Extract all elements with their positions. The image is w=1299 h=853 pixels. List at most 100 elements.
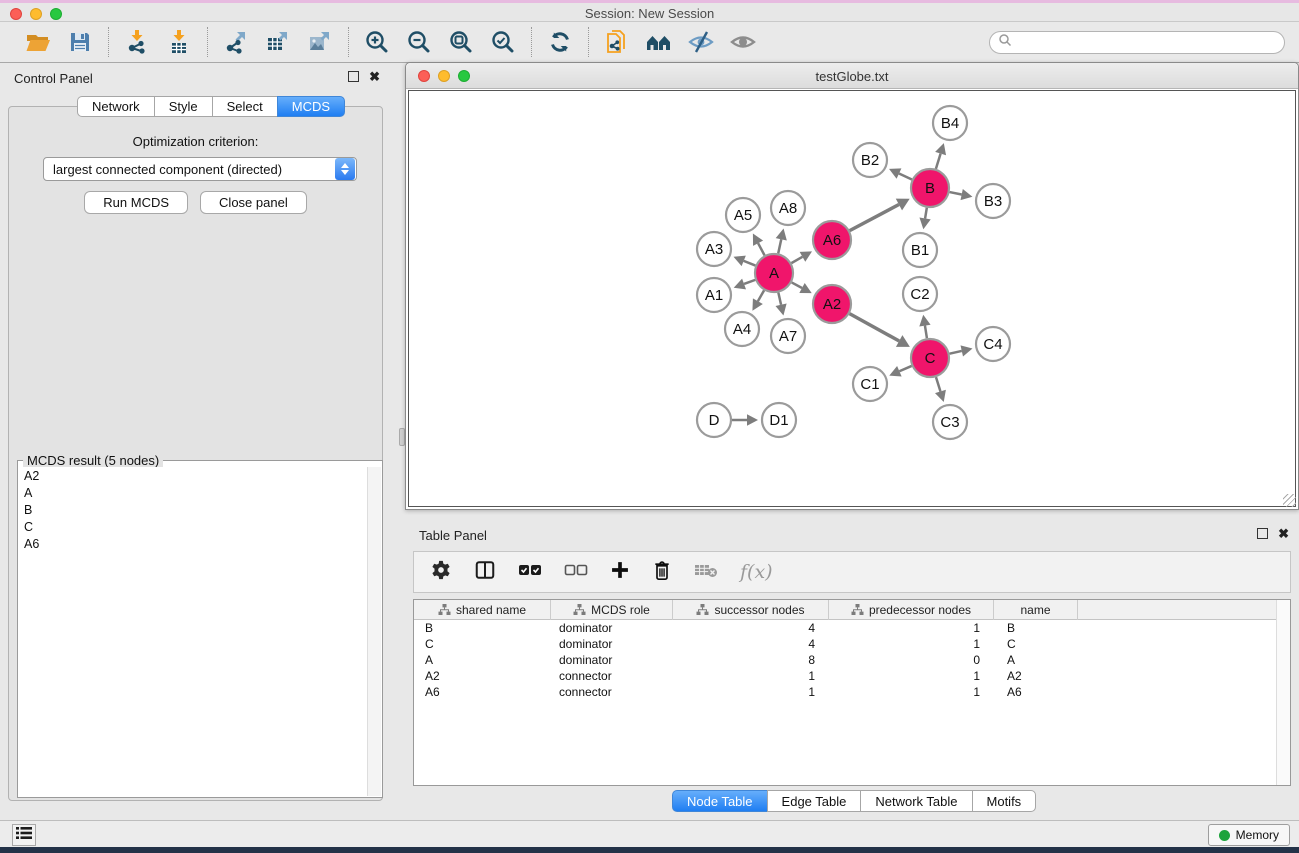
- float-panel-icon[interactable]: [1257, 528, 1268, 539]
- network-canvas[interactable]: AA1A2A3A4A5A6A7A8BB1B2B3B4CC1C2C3C4DD1: [408, 90, 1296, 507]
- close-panel-icon[interactable]: ✖: [1278, 528, 1289, 539]
- export-image-icon: [307, 29, 333, 55]
- mcds-result-group: MCDS result (5 nodes) A2 A B C A6: [17, 460, 383, 798]
- tab-network-table[interactable]: Network Table: [860, 790, 971, 812]
- graph-edge[interactable]: [778, 293, 781, 305]
- result-scrollbar[interactable]: [367, 467, 381, 796]
- zoom-out-button[interactable]: [405, 28, 433, 56]
- graph-edge[interactable]: [744, 280, 755, 284]
- table-row[interactable]: C dominator 4 1 C: [414, 636, 1290, 652]
- search-area: [989, 31, 1285, 54]
- search-field[interactable]: [989, 31, 1285, 54]
- tab-motifs[interactable]: Motifs: [972, 790, 1037, 812]
- graph-edge[interactable]: [925, 326, 927, 339]
- table-row[interactable]: A dominator 8 0 A: [414, 652, 1290, 668]
- close-panel-button[interactable]: Close panel: [200, 191, 307, 214]
- apply-function-button[interactable]: f(x): [740, 561, 773, 583]
- graph-edge[interactable]: [758, 290, 764, 301]
- graph-node-label: A7: [779, 328, 797, 345]
- export-network-icon: [223, 29, 249, 55]
- network-file-button[interactable]: [603, 28, 631, 56]
- save-session-button[interactable]: [66, 28, 94, 56]
- add-column-button[interactable]: [610, 560, 630, 585]
- hide-graphics-details-button[interactable]: [687, 28, 715, 56]
- graph-edge-arrowhead: [935, 390, 946, 402]
- column-header-mcds-role[interactable]: MCDS role: [551, 600, 673, 620]
- graph-edge[interactable]: [850, 314, 900, 341]
- table-settings-button[interactable]: [430, 559, 452, 586]
- graph-node-label: A1: [705, 287, 723, 304]
- graph-edge[interactable]: [936, 377, 940, 391]
- import-network-button[interactable]: [123, 28, 151, 56]
- list-item[interactable]: A2: [19, 467, 367, 484]
- column-header-shared-name[interactable]: shared name: [414, 600, 551, 620]
- graph-edge[interactable]: [778, 239, 781, 253]
- gear-icon: [430, 559, 452, 586]
- tab-select[interactable]: Select: [212, 96, 277, 117]
- graph-edge[interactable]: [936, 154, 941, 169]
- graph-edge[interactable]: [791, 257, 802, 263]
- search-input[interactable]: [1017, 35, 1276, 49]
- graph-edge[interactable]: [950, 351, 962, 354]
- refresh-view-button[interactable]: [546, 28, 574, 56]
- export-table-button[interactable]: [264, 28, 292, 56]
- tab-mcds[interactable]: MCDS: [277, 96, 345, 117]
- table-scrollbar[interactable]: [1276, 600, 1290, 785]
- zoom-fit-button[interactable]: [447, 28, 475, 56]
- graph-edge-arrowhead: [775, 304, 786, 316]
- table-row[interactable]: A2 connector 1 1 A2: [414, 668, 1290, 684]
- graph-edge[interactable]: [899, 174, 912, 180]
- open-session-button[interactable]: [24, 28, 52, 56]
- graph-edge[interactable]: [744, 261, 756, 266]
- column-header-name[interactable]: name: [994, 600, 1078, 620]
- plus-icon: [610, 560, 630, 585]
- close-panel-icon[interactable]: ✖: [369, 71, 380, 82]
- deselect-all-button[interactable]: [564, 562, 588, 583]
- split-columns-button[interactable]: [474, 559, 496, 586]
- show-graphics-details-button[interactable]: [729, 28, 757, 56]
- network-window-title: testGlobe.txt: [406, 69, 1298, 84]
- zoom-selected-button[interactable]: [489, 28, 517, 56]
- column-header-predecessor-nodes[interactable]: predecessor nodes: [829, 600, 994, 620]
- zoom-in-button[interactable]: [363, 28, 391, 56]
- graph-node-label: A4: [733, 321, 751, 338]
- export-image-button[interactable]: [306, 28, 334, 56]
- home-layout-button[interactable]: [645, 28, 673, 56]
- list-item[interactable]: B: [19, 501, 367, 518]
- list-item[interactable]: A6: [19, 535, 367, 552]
- network-file-icon: [604, 29, 630, 55]
- tab-network[interactable]: Network: [77, 96, 154, 117]
- float-panel-icon[interactable]: [348, 71, 359, 82]
- graph-edge-arrowhead: [747, 414, 758, 425]
- import-table-button[interactable]: [165, 28, 193, 56]
- graph-edge[interactable]: [925, 208, 927, 219]
- graph-edge[interactable]: [792, 282, 802, 288]
- export-network-button[interactable]: [222, 28, 250, 56]
- graph-edge[interactable]: [758, 243, 764, 255]
- tab-style[interactable]: Style: [154, 96, 212, 117]
- select-all-button[interactable]: [518, 562, 542, 583]
- graph-edge[interactable]: [950, 192, 962, 194]
- column-header-successor-nodes[interactable]: successor nodes: [673, 600, 829, 620]
- mcds-result-list[interactable]: A2 A B C A6: [19, 467, 367, 796]
- criterion-dropdown[interactable]: largest connected component (directed): [43, 157, 357, 181]
- graph-edge[interactable]: [850, 204, 899, 230]
- window-resize-grip[interactable]: [1283, 494, 1296, 507]
- table-delete-icon: [694, 561, 718, 584]
- function-icon: f(x): [740, 561, 773, 583]
- delete-column-button[interactable]: [652, 559, 672, 586]
- task-history-button[interactable]: [12, 824, 36, 846]
- table-toolbar: f(x): [413, 551, 1291, 593]
- graph-node-label: C4: [983, 336, 1002, 353]
- graph-node-label: D1: [769, 412, 788, 429]
- run-mcds-button[interactable]: Run MCDS: [84, 191, 188, 214]
- table-row[interactable]: B dominator 4 1 B: [414, 620, 1290, 636]
- memory-button[interactable]: Memory: [1208, 824, 1290, 846]
- list-item[interactable]: A: [19, 484, 367, 501]
- tab-node-table[interactable]: Node Table: [672, 790, 767, 812]
- graph-edge[interactable]: [899, 366, 911, 371]
- tab-edge-table[interactable]: Edge Table: [767, 790, 861, 812]
- table-row[interactable]: A6 connector 1 1 A6: [414, 684, 1290, 700]
- delete-table-button[interactable]: [694, 561, 718, 584]
- list-item[interactable]: C: [19, 518, 367, 535]
